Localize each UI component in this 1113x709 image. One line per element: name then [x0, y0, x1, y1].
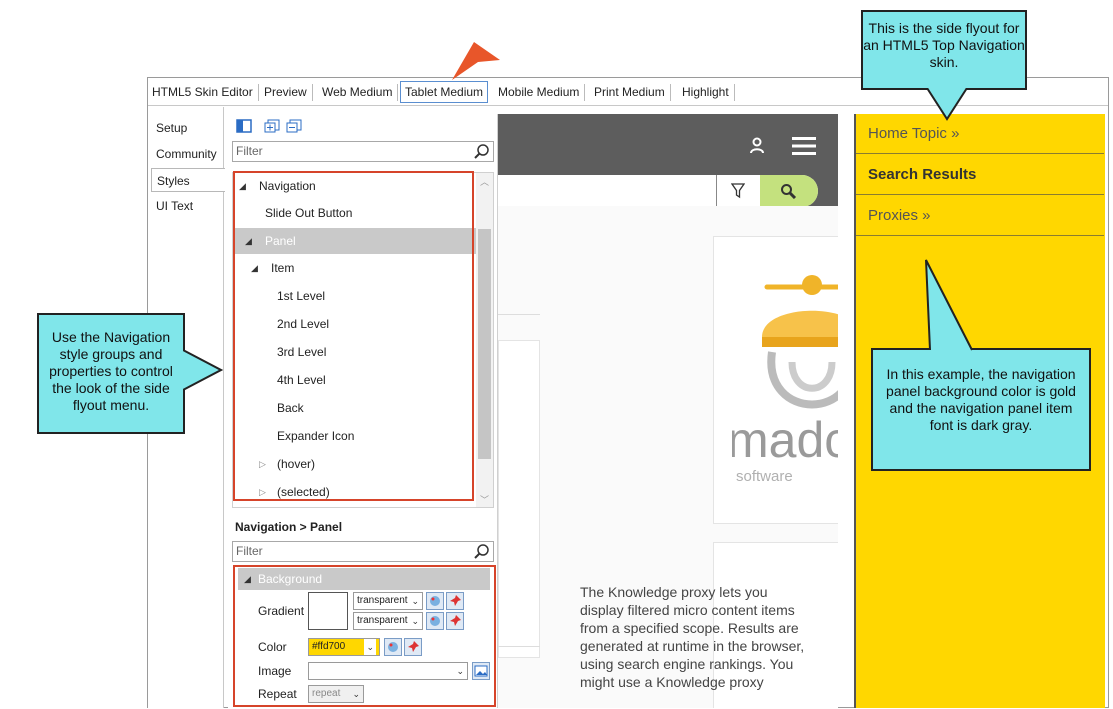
tab-styles[interactable]: Styles	[151, 168, 225, 192]
styles-filter-input[interactable]: Filter	[232, 141, 494, 162]
scroll-down-icon[interactable]: ﹀	[480, 493, 489, 506]
background-highlight-box	[233, 565, 496, 707]
scroll-up-icon[interactable]: ︿	[480, 175, 489, 188]
tab-mobile-medium[interactable]: Mobile Medium	[498, 82, 586, 103]
callout-navigation-groups: Use the Navigation style groups and prop…	[37, 313, 185, 434]
search-icon[interactable]	[473, 543, 490, 560]
tab-html5-skin-editor[interactable]: HTML5 Skin Editor	[152, 82, 259, 103]
flyout-item-home-topic[interactable]: Home Topic »	[856, 114, 1104, 154]
callout-text: Use the Navigation style groups and prop…	[49, 329, 173, 413]
flyout-item-search-results[interactable]: Search Results	[856, 155, 1104, 195]
tablet-preview: madcap software The Knowledge proxy lets…	[498, 114, 838, 708]
tab-tablet-medium[interactable]: Tablet Medium	[400, 81, 489, 103]
preview-search-bar[interactable]	[498, 175, 818, 207]
tab-print-medium[interactable]: Print Medium	[594, 82, 671, 103]
search-icon[interactable]	[473, 143, 490, 160]
search-button[interactable]	[760, 175, 818, 207]
expand-all-icon[interactable]	[264, 119, 280, 133]
side-card	[498, 340, 540, 658]
preview-header	[498, 114, 838, 207]
tree-scrollbar[interactable]: ︿ ﹀	[476, 173, 493, 507]
tab-setup[interactable]: Setup	[151, 116, 223, 140]
callout-tail-down	[926, 88, 968, 121]
hamburger-menu-icon[interactable]	[792, 136, 816, 156]
style-breadcrumb: Navigation > Panel	[235, 520, 343, 534]
logo-wordmark: madcap	[732, 412, 838, 468]
divider	[498, 646, 540, 647]
tab-highlight[interactable]: Highlight	[682, 82, 735, 103]
tab-web-medium[interactable]: Web Medium	[322, 82, 400, 103]
collapse-all-icon[interactable]	[286, 119, 302, 133]
callout-side-flyout: This is the side flyout for an HTML5 Top…	[861, 10, 1027, 90]
funnel-icon	[731, 183, 745, 199]
scroll-thumb[interactable]	[478, 229, 491, 459]
search-icon	[781, 184, 797, 199]
filter-button[interactable]	[716, 175, 758, 207]
logo-subtext: software	[736, 468, 793, 485]
tab-community[interactable]: Community	[151, 142, 223, 166]
orange-arrow-pointer	[452, 42, 500, 80]
navigation-highlight-box	[233, 171, 474, 501]
properties-filter-input[interactable]: Filter	[232, 541, 494, 562]
knowledge-proxy-text: The Knowledge proxy lets you display fil…	[580, 584, 805, 690]
callout-tail-right	[183, 349, 223, 391]
tab-ui-text[interactable]: UI Text	[151, 194, 223, 218]
flyout-item-proxies[interactable]: Proxies »	[856, 196, 1104, 236]
callout-gold-background: In this example, the navigation panel ba…	[871, 348, 1091, 471]
styles-panel: Filter ◢ Navigation Slide Out Button ◢ Pan…	[228, 114, 498, 708]
logo-card: madcap software	[713, 236, 838, 524]
madcap-logo: madcap software	[732, 275, 838, 485]
callout-text: In this example, the navigation panel ba…	[886, 366, 1076, 433]
panel-layout-icon[interactable]	[236, 119, 252, 133]
user-icon[interactable]	[748, 136, 766, 154]
callout-text: This is the side flyout for an HTML5 Top…	[863, 20, 1025, 70]
divider	[498, 314, 540, 315]
callout-tail-up	[925, 259, 973, 351]
tab-preview[interactable]: Preview	[264, 82, 313, 103]
